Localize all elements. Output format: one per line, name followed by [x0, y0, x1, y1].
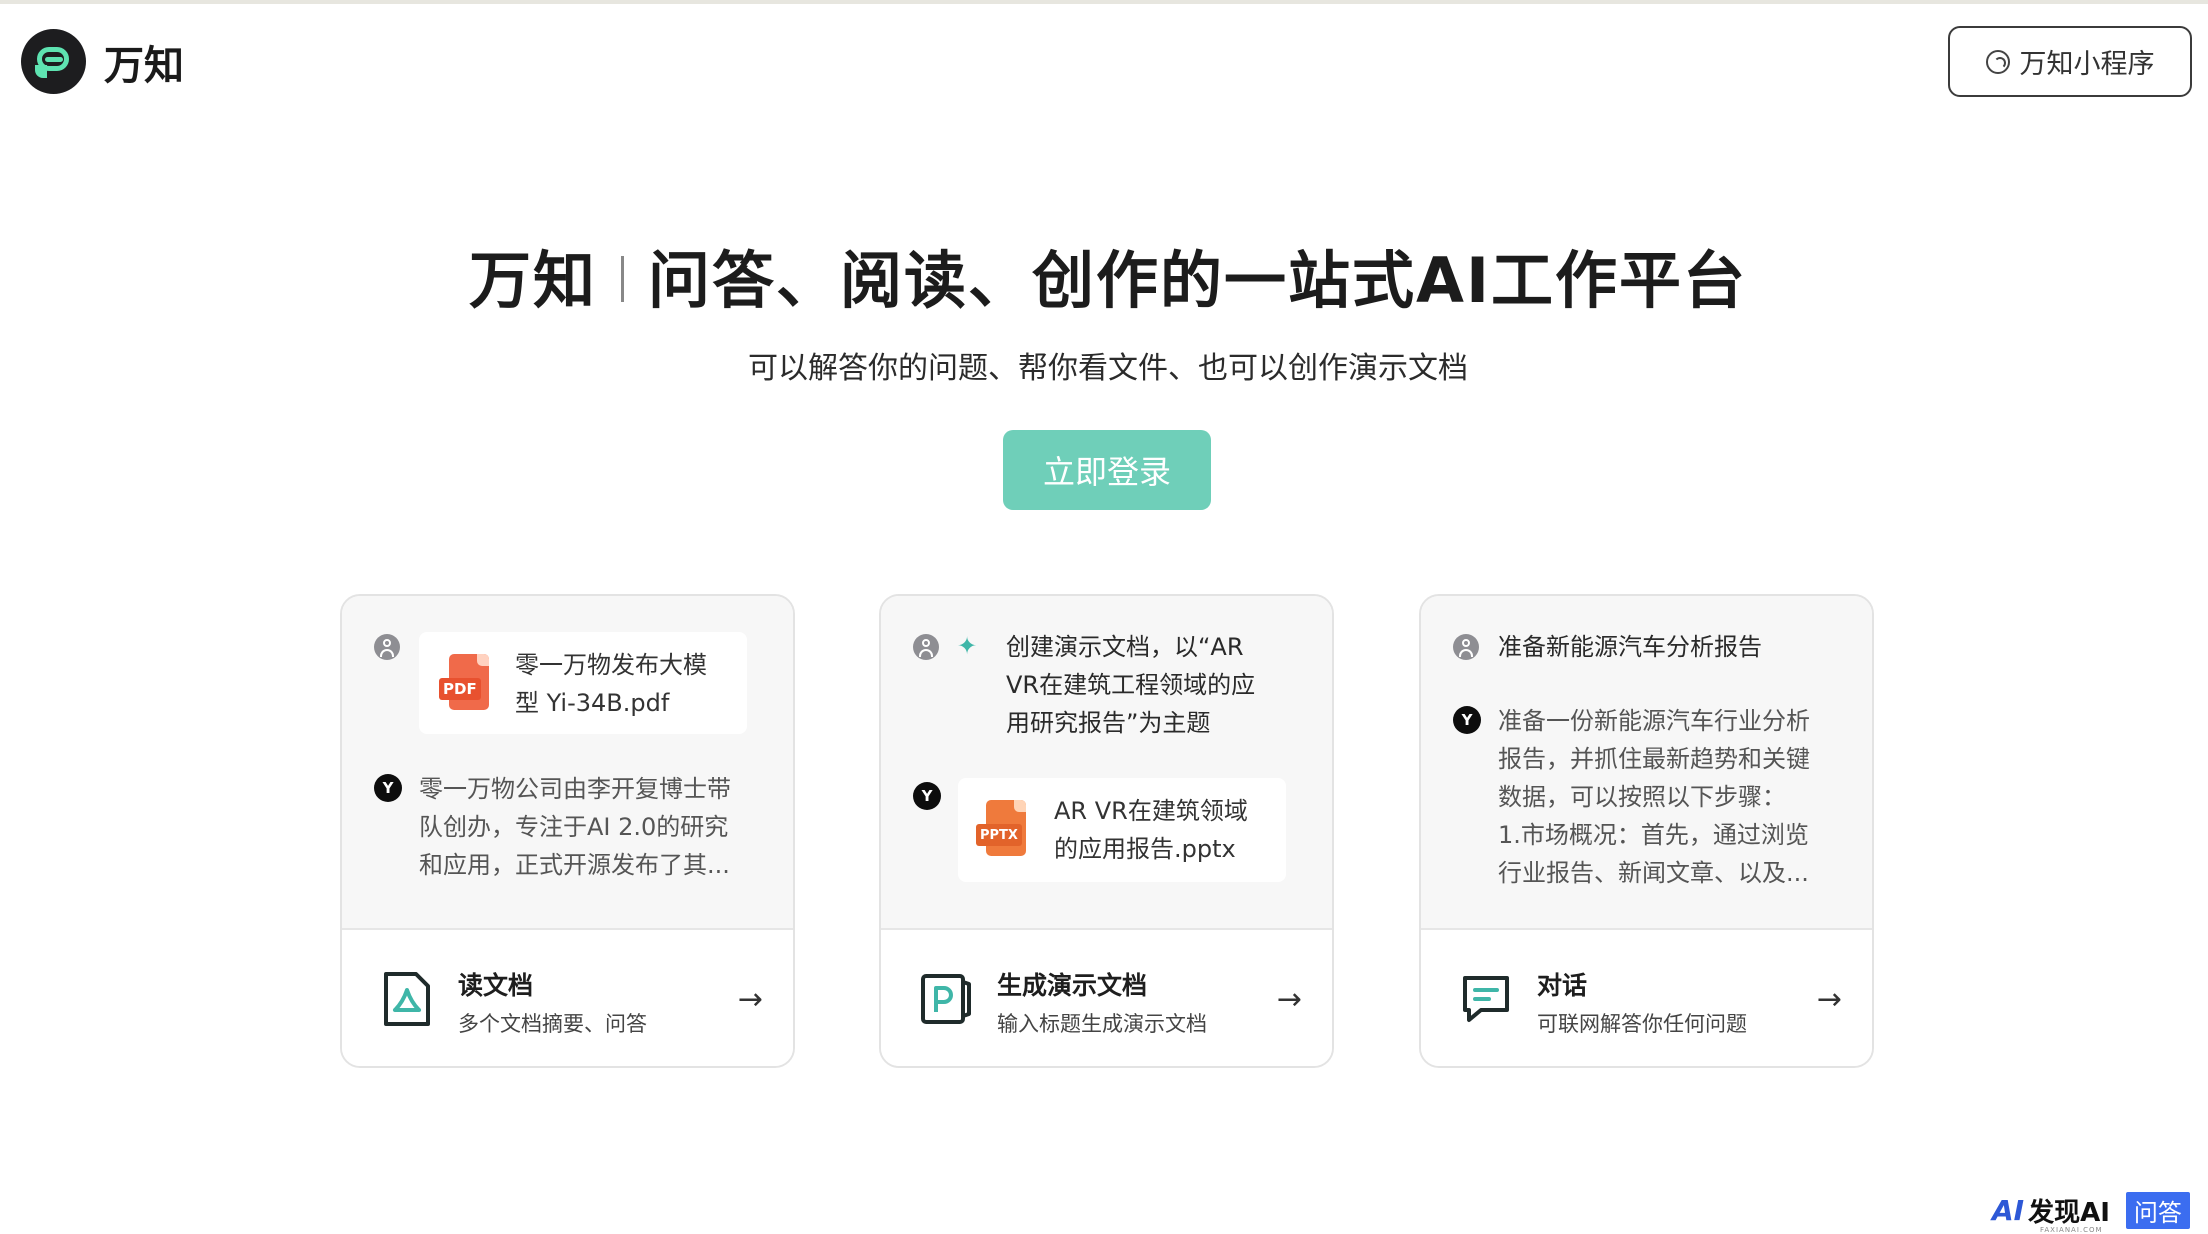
card-preview: PDF 零一万物发布大模 型 Yi-34B.pdf Y 零一万物公司由李开复博士… [342, 596, 793, 930]
card-preview: ✦ 创建演示文档，以“AR VR在建筑工程领域的应 用研究报告”为主题 Y PP… [881, 596, 1332, 930]
user-avatar-icon [1453, 634, 1479, 660]
mini-program-label: 万知小程序 [2019, 49, 2155, 80]
feature-description: 多个文档摘要、问答 [458, 1012, 647, 1036]
card-preview: 准备新能源汽车分析报告 Y 准备一份新能源汽车行业分析 报告，并抓住最新趋势和关… [1421, 596, 1872, 930]
arrow-right-icon[interactable]: → [1277, 982, 1302, 1017]
watermark-text: 发现AI [2028, 1198, 2110, 1228]
card-footer[interactable]: 对话 可联网解答你任何问题 → [1421, 930, 1872, 1066]
feature-card-presentation[interactable]: ✦ 创建演示文档，以“AR VR在建筑工程领域的应 用研究报告”为主题 Y PP… [879, 594, 1334, 1068]
watermark: AI 发现AI 问答 FAXIANAI.COM [1992, 1192, 2190, 1234]
watermark-url: FAXIANAI.COM [2040, 1226, 2103, 1234]
bot-avatar-icon: Y [913, 782, 941, 810]
chat-bubble-icon [1463, 976, 1509, 1022]
bot-avatar-icon: Y [374, 774, 402, 802]
card-footer[interactable]: 生成演示文档 输入标题生成演示文档 → [881, 930, 1332, 1066]
feature-card-chat[interactable]: 准备新能源汽车分析报告 Y 准备一份新能源汽车行业分析 报告，并抓住最新趋势和关… [1419, 594, 1874, 1068]
user-prompt: 创建演示文档，以“AR VR在建筑工程领域的应 用研究报告”为主题 [1006, 633, 1256, 737]
bot-answer: 零一万物公司由李开复博士带 队创办，专注于AI 2.0的研究 和应用，正式开源发… [419, 775, 731, 879]
arrow-right-icon[interactable]: → [738, 982, 763, 1017]
presentation-icon [921, 974, 971, 1024]
user-avatar-icon [374, 634, 400, 660]
page-subtitle: 可以解答你的问题、帮你看文件、也可以创作演示文档 [748, 351, 1468, 386]
page-title: 万知 问答、阅读、创作的一站式AI工作平台 [0, 230, 2208, 320]
login-button[interactable]: 立即登录 [1003, 430, 1211, 510]
user-avatar-icon [913, 634, 939, 660]
file-card: PPTX AR VR在建筑领域 的应用报告.pptx [958, 778, 1286, 882]
watermark-badge: 问答 [2125, 1192, 2190, 1229]
file-card: PDF 零一万物发布大模 型 Yi-34B.pdf [419, 632, 747, 734]
user-prompt: 准备新能源汽车分析报告 [1498, 633, 1762, 661]
file-name: AR VR在建筑领域 的应用报告.pptx [1054, 797, 1248, 863]
feature-description: 可联网解答你任何问题 [1537, 1012, 1747, 1036]
pdf-file-icon: PDF [439, 654, 489, 710]
arrow-right-icon[interactable]: → [1817, 982, 1842, 1017]
document-icon [384, 972, 430, 1026]
file-name: 零一万物发布大模 型 Yi-34B.pdf [515, 651, 707, 717]
title-separator [620, 255, 624, 302]
mini-program-button[interactable]: 万知小程序 [1948, 26, 2192, 97]
title-brand: 万知 [468, 244, 597, 317]
bot-avatar-icon: Y [1453, 706, 1481, 734]
feature-title: 对话 [1537, 971, 1588, 1000]
feature-title: 生成演示文档 [997, 971, 1148, 1000]
top-border [0, 0, 2208, 4]
sparkle-icon: ✦ [957, 632, 978, 660]
logo-icon [21, 29, 86, 94]
watermark-logo: AI [1992, 1194, 2025, 1227]
app-name: 万知 [104, 42, 184, 89]
title-main: 问答、阅读、创作的一站式AI工作平台 [647, 244, 1748, 317]
feature-card-read-docs[interactable]: PDF 零一万物发布大模 型 Yi-34B.pdf Y 零一万物公司由李开复博士… [340, 594, 795, 1068]
app-logo[interactable]: 万知 [21, 29, 184, 94]
card-footer[interactable]: 读文档 多个文档摘要、问答 → [342, 930, 793, 1066]
pptx-file-icon: PPTX [976, 800, 1026, 856]
link-icon [1985, 49, 2010, 74]
bot-answer: 准备一份新能源汽车行业分析 报告，并抓住最新趋势和关键 数据，可以按照以下步骤：… [1498, 707, 1810, 887]
feature-description: 输入标题生成演示文档 [997, 1012, 1207, 1036]
feature-title: 读文档 [458, 971, 534, 1000]
